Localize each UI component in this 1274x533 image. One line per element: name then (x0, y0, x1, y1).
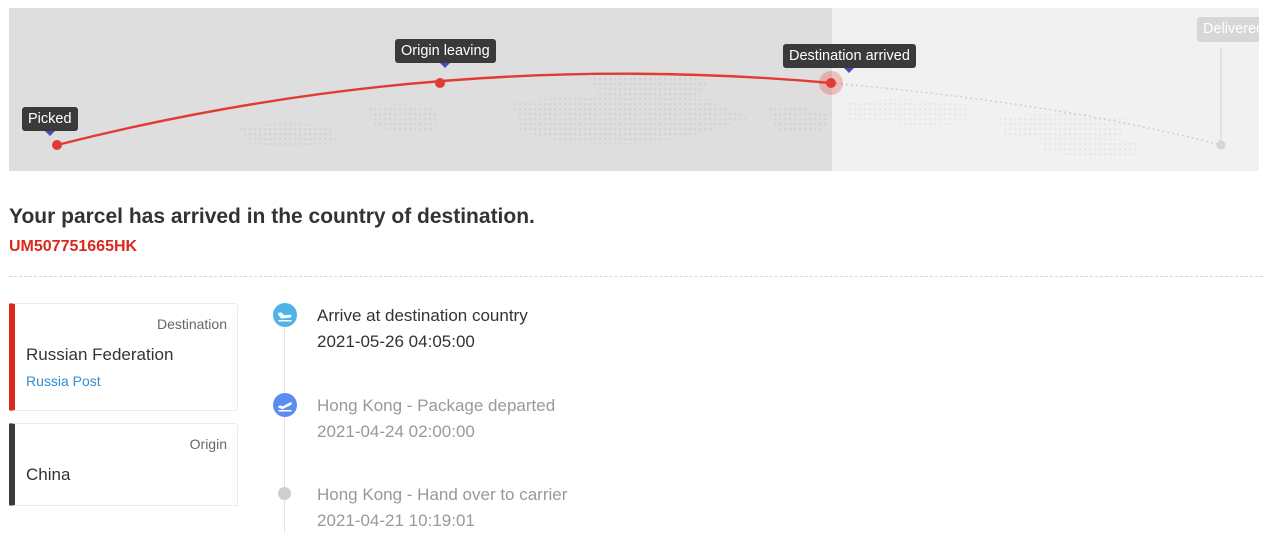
map-traveled-area (9, 8, 832, 171)
destination-carrier-link[interactable]: Russia Post (26, 373, 101, 389)
dot-icon (278, 487, 291, 500)
route-map: Picked Origin leaving Destination arrive… (9, 8, 1259, 171)
plane-landing-icon (273, 303, 297, 327)
origin-country: China (26, 465, 71, 484)
event-time: 2021-04-21 10:19:01 (317, 511, 475, 530)
event-description: Arrive at destination country (317, 306, 528, 325)
stop-point-picked (52, 140, 62, 150)
destination-country: Russian Federation (26, 345, 174, 364)
timeline-line (284, 328, 285, 533)
tracking-number: UM507751665HK (9, 238, 138, 255)
event-description: Hong Kong - Package departed (317, 396, 556, 415)
destination-heading: Destination (156, 316, 227, 332)
stop-point-origin-leaving (435, 78, 445, 88)
stop-point-destination-arrived (826, 78, 836, 88)
destination-card: Destination Russian Federation Russia Po… (9, 303, 238, 411)
stop-label-origin-leaving: Origin leaving (395, 39, 496, 68)
plane-takeoff-icon (273, 393, 297, 417)
event-time: 2021-05-26 04:05:00 (317, 332, 475, 351)
route-map-canvas (9, 8, 1259, 171)
status-title: Your parcel has arrived in the country o… (9, 205, 535, 228)
stop-point-delivered (1216, 140, 1226, 150)
event-description: Hong Kong - Hand over to carrier (317, 485, 568, 504)
origin-heading: Origin (189, 436, 227, 452)
stop-label-delivered: Delivered (1197, 17, 1259, 42)
section-divider (9, 276, 1263, 277)
stop-label-destination-arrived: Destination arrived (783, 44, 916, 73)
origin-card: Origin China (9, 423, 238, 506)
stop-label-picked: Picked (22, 107, 78, 136)
event-time: 2021-04-24 02:00:00 (317, 422, 475, 441)
